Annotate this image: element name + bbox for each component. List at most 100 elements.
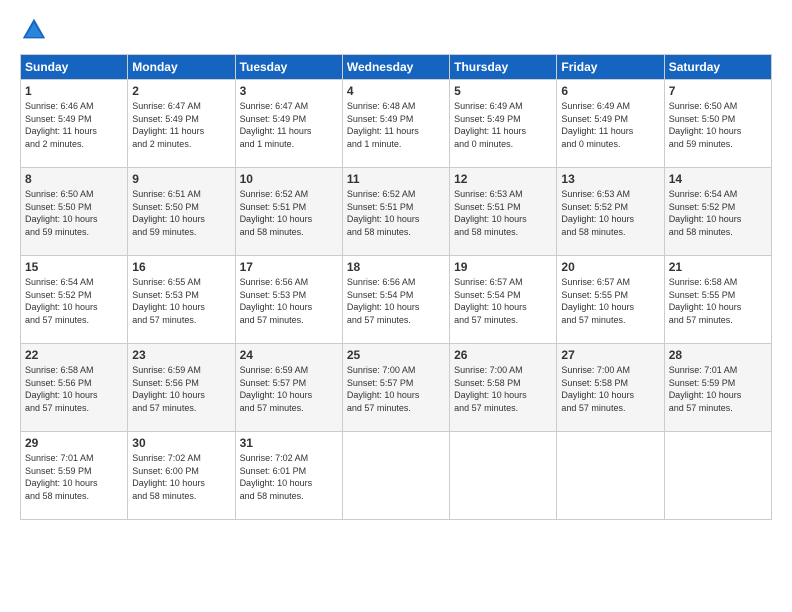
day-info: Sunrise: 7:01 AM Sunset: 5:59 PM Dayligh…	[25, 452, 123, 502]
day-info: Sunrise: 6:57 AM Sunset: 5:54 PM Dayligh…	[454, 276, 552, 326]
day-cell: 16 Sunrise: 6:55 AM Sunset: 5:53 PM Dayli…	[128, 256, 235, 344]
day-cell: 13 Sunrise: 6:53 AM Sunset: 5:52 PM Dayli…	[557, 168, 664, 256]
day-info: Sunrise: 6:47 AM Sunset: 5:49 PM Dayligh…	[132, 100, 230, 150]
day-info: Sunrise: 6:56 AM Sunset: 5:54 PM Dayligh…	[347, 276, 445, 326]
day-number: 27	[561, 348, 659, 362]
day-cell: 18 Sunrise: 6:56 AM Sunset: 5:54 PM Dayli…	[342, 256, 449, 344]
day-info: Sunrise: 7:01 AM Sunset: 5:59 PM Dayligh…	[669, 364, 767, 414]
week-row-5: 29 Sunrise: 7:01 AM Sunset: 5:59 PM Dayli…	[21, 432, 772, 520]
day-info: Sunrise: 6:54 AM Sunset: 5:52 PM Dayligh…	[25, 276, 123, 326]
day-cell	[450, 432, 557, 520]
day-number: 5	[454, 84, 552, 98]
day-cell: 9 Sunrise: 6:51 AM Sunset: 5:50 PM Daylig…	[128, 168, 235, 256]
header-cell-wednesday: Wednesday	[342, 55, 449, 80]
day-info: Sunrise: 6:46 AM Sunset: 5:49 PM Dayligh…	[25, 100, 123, 150]
day-info: Sunrise: 6:57 AM Sunset: 5:55 PM Dayligh…	[561, 276, 659, 326]
day-info: Sunrise: 6:53 AM Sunset: 5:52 PM Dayligh…	[561, 188, 659, 238]
day-info: Sunrise: 6:51 AM Sunset: 5:50 PM Dayligh…	[132, 188, 230, 238]
day-number: 6	[561, 84, 659, 98]
day-info: Sunrise: 6:48 AM Sunset: 5:49 PM Dayligh…	[347, 100, 445, 150]
day-info: Sunrise: 6:59 AM Sunset: 5:57 PM Dayligh…	[240, 364, 338, 414]
day-cell: 14 Sunrise: 6:54 AM Sunset: 5:52 PM Dayli…	[664, 168, 771, 256]
day-number: 19	[454, 260, 552, 274]
day-cell: 26 Sunrise: 7:00 AM Sunset: 5:58 PM Dayli…	[450, 344, 557, 432]
day-number: 30	[132, 436, 230, 450]
day-cell: 15 Sunrise: 6:54 AM Sunset: 5:52 PM Dayli…	[21, 256, 128, 344]
day-number: 29	[25, 436, 123, 450]
header-cell-thursday: Thursday	[450, 55, 557, 80]
day-number: 16	[132, 260, 230, 274]
day-number: 25	[347, 348, 445, 362]
day-cell: 22 Sunrise: 6:58 AM Sunset: 5:56 PM Dayli…	[21, 344, 128, 432]
day-info: Sunrise: 6:54 AM Sunset: 5:52 PM Dayligh…	[669, 188, 767, 238]
day-number: 3	[240, 84, 338, 98]
day-info: Sunrise: 6:49 AM Sunset: 5:49 PM Dayligh…	[454, 100, 552, 150]
day-number: 7	[669, 84, 767, 98]
day-number: 21	[669, 260, 767, 274]
day-info: Sunrise: 6:52 AM Sunset: 5:51 PM Dayligh…	[240, 188, 338, 238]
day-info: Sunrise: 6:53 AM Sunset: 5:51 PM Dayligh…	[454, 188, 552, 238]
logo	[20, 16, 50, 44]
day-cell: 28 Sunrise: 7:01 AM Sunset: 5:59 PM Dayli…	[664, 344, 771, 432]
header-cell-monday: Monday	[128, 55, 235, 80]
day-number: 18	[347, 260, 445, 274]
day-number: 28	[669, 348, 767, 362]
header-row: SundayMondayTuesdayWednesdayThursdayFrid…	[21, 55, 772, 80]
day-info: Sunrise: 6:58 AM Sunset: 5:56 PM Dayligh…	[25, 364, 123, 414]
day-info: Sunrise: 7:02 AM Sunset: 6:01 PM Dayligh…	[240, 452, 338, 502]
day-info: Sunrise: 6:58 AM Sunset: 5:55 PM Dayligh…	[669, 276, 767, 326]
day-cell	[557, 432, 664, 520]
day-number: 20	[561, 260, 659, 274]
day-cell: 25 Sunrise: 7:00 AM Sunset: 5:57 PM Dayli…	[342, 344, 449, 432]
day-number: 13	[561, 172, 659, 186]
logo-icon	[20, 16, 48, 44]
day-number: 24	[240, 348, 338, 362]
day-info: Sunrise: 6:52 AM Sunset: 5:51 PM Dayligh…	[347, 188, 445, 238]
day-number: 14	[669, 172, 767, 186]
day-cell: 4 Sunrise: 6:48 AM Sunset: 5:49 PM Daylig…	[342, 80, 449, 168]
header-cell-friday: Friday	[557, 55, 664, 80]
day-info: Sunrise: 7:00 AM Sunset: 5:58 PM Dayligh…	[454, 364, 552, 414]
day-info: Sunrise: 6:59 AM Sunset: 5:56 PM Dayligh…	[132, 364, 230, 414]
day-info: Sunrise: 7:00 AM Sunset: 5:57 PM Dayligh…	[347, 364, 445, 414]
calendar-table: SundayMondayTuesdayWednesdayThursdayFrid…	[20, 54, 772, 520]
week-row-4: 22 Sunrise: 6:58 AM Sunset: 5:56 PM Dayli…	[21, 344, 772, 432]
day-number: 22	[25, 348, 123, 362]
day-info: Sunrise: 6:55 AM Sunset: 5:53 PM Dayligh…	[132, 276, 230, 326]
day-cell: 24 Sunrise: 6:59 AM Sunset: 5:57 PM Dayli…	[235, 344, 342, 432]
header-cell-sunday: Sunday	[21, 55, 128, 80]
page: SundayMondayTuesdayWednesdayThursdayFrid…	[0, 0, 792, 612]
day-cell: 12Sunrise: 6:53 AM Sunset: 5:51 PM Dayli…	[450, 168, 557, 256]
day-cell: 1 Sunrise: 6:46 AM Sunset: 5:49 PM Daylig…	[21, 80, 128, 168]
day-cell: 5 Sunrise: 6:49 AM Sunset: 5:49 PM Daylig…	[450, 80, 557, 168]
day-cell: 10 Sunrise: 6:52 AM Sunset: 5:51 PM Dayli…	[235, 168, 342, 256]
day-cell: 23Sunrise: 6:59 AM Sunset: 5:56 PM Dayli…	[128, 344, 235, 432]
day-cell: 11Sunrise: 6:52 AM Sunset: 5:51 PM Dayli…	[342, 168, 449, 256]
day-cell: 2 Sunrise: 6:47 AM Sunset: 5:49 PM Daylig…	[128, 80, 235, 168]
calendar-header: SundayMondayTuesdayWednesdayThursdayFrid…	[21, 55, 772, 80]
day-cell: 19 Sunrise: 6:57 AM Sunset: 5:54 PM Dayli…	[450, 256, 557, 344]
day-number: 2	[132, 84, 230, 98]
day-info: Sunrise: 6:47 AM Sunset: 5:49 PM Dayligh…	[240, 100, 338, 150]
week-row-3: 15 Sunrise: 6:54 AM Sunset: 5:52 PM Dayli…	[21, 256, 772, 344]
day-info: Sunrise: 7:02 AM Sunset: 6:00 PM Dayligh…	[132, 452, 230, 502]
day-cell: 30 Sunrise: 7:02 AM Sunset: 6:00 PM Dayli…	[128, 432, 235, 520]
day-number: 15	[25, 260, 123, 274]
day-number: 26	[454, 348, 552, 362]
day-info: Sunrise: 7:00 AM Sunset: 5:58 PM Dayligh…	[561, 364, 659, 414]
day-number: 4	[347, 84, 445, 98]
day-number: 9	[132, 172, 230, 186]
day-cell: 6 Sunrise: 6:49 AM Sunset: 5:49 PM Daylig…	[557, 80, 664, 168]
day-cell: 21 Sunrise: 6:58 AM Sunset: 5:55 PM Dayli…	[664, 256, 771, 344]
day-number: 1	[25, 84, 123, 98]
day-number: 10	[240, 172, 338, 186]
day-cell: 7 Sunrise: 6:50 AM Sunset: 5:50 PM Daylig…	[664, 80, 771, 168]
calendar-body: 1 Sunrise: 6:46 AM Sunset: 5:49 PM Daylig…	[21, 80, 772, 520]
day-info: Sunrise: 6:49 AM Sunset: 5:49 PM Dayligh…	[561, 100, 659, 150]
header-cell-tuesday: Tuesday	[235, 55, 342, 80]
week-row-2: 8Sunrise: 6:50 AM Sunset: 5:50 PM Daylig…	[21, 168, 772, 256]
day-info: Sunrise: 6:50 AM Sunset: 5:50 PM Dayligh…	[669, 100, 767, 150]
day-cell	[664, 432, 771, 520]
day-number: 31	[240, 436, 338, 450]
header-cell-saturday: Saturday	[664, 55, 771, 80]
